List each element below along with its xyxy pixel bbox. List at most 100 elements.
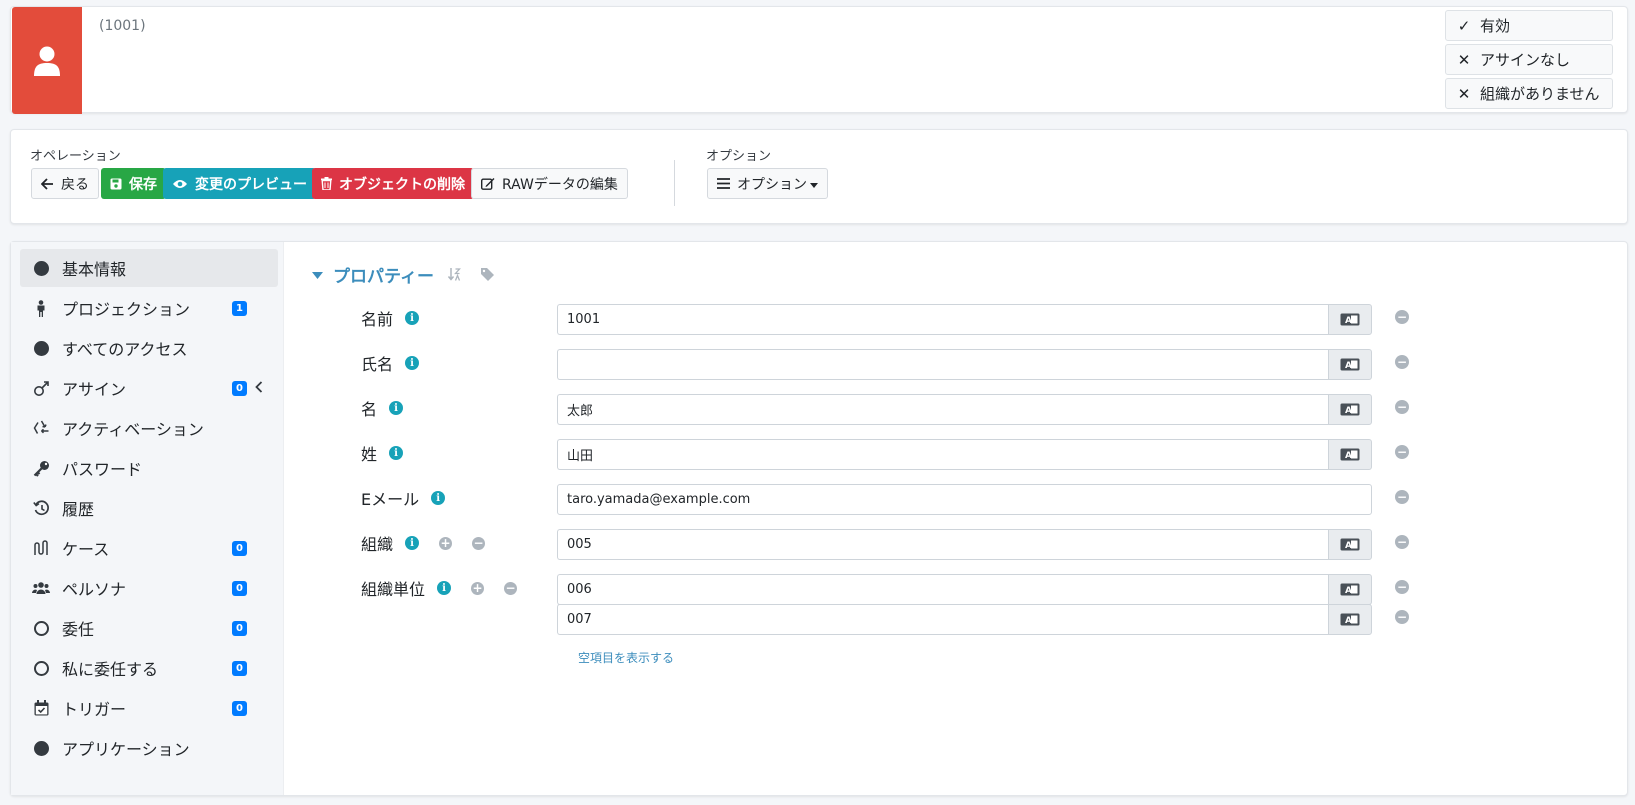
count-badge: 0 — [232, 661, 247, 676]
translate-icon[interactable]: A — [1328, 349, 1372, 380]
field-label-given-name: 名 i — [361, 396, 404, 420]
delete-object-button[interactable]: オブジェクトの削除 — [312, 168, 474, 199]
sidebar-item-basic[interactable]: 基本情報 — [20, 249, 278, 287]
sidebar-item-label: アプリケーション — [62, 740, 190, 759]
name-input[interactable]: 1001 — [557, 304, 1328, 335]
properties-title[interactable]: プロパティー — [333, 262, 434, 287]
sidebar-item-projection[interactable]: プロジェクション 1 — [20, 289, 278, 327]
field-label-text: 名前 — [361, 310, 394, 329]
plus-icon[interactable]: + — [439, 536, 453, 550]
translate-icon[interactable]: A — [1328, 439, 1372, 470]
info-icon[interactable]: i — [405, 311, 420, 325]
caret-down-icon[interactable] — [312, 267, 323, 283]
status-tag-no-org[interactable]: ✕ 組織がありません — [1445, 78, 1613, 109]
field-label-text: 氏名 — [361, 355, 394, 374]
edit-raw-label: RAWデータの編集 — [502, 176, 618, 193]
caret-down-icon — [810, 176, 818, 192]
operations-panel: オペレーション 戻る 保存 変更のプレビュー オブジェクトの削除 RAWデータの… — [10, 129, 1628, 224]
sidebar-item-personas[interactable]: ペルソナ 0 — [20, 569, 278, 607]
translate-icon[interactable]: A — [1328, 604, 1372, 635]
x-icon: ✕ — [1457, 84, 1471, 103]
field-label-email: Eメール i — [361, 486, 446, 510]
options-dropdown-button[interactable]: オプション — [707, 168, 828, 199]
save-button[interactable]: 保存 — [101, 168, 166, 199]
sidebar-item-applications[interactable]: アプリケーション — [20, 729, 278, 767]
status-tag-label: 有効 — [1480, 17, 1511, 35]
given-name-input[interactable]: 太郎 — [557, 394, 1328, 425]
family-name-input[interactable]: 山田 — [557, 439, 1328, 470]
show-empty-fields-link[interactable]: 空項目を表示する — [578, 649, 674, 666]
sidebar-item-cases[interactable]: ケース 0 — [20, 529, 278, 567]
translate-icon[interactable]: A — [1328, 529, 1372, 560]
remove-value-icon[interactable]: − — [1395, 310, 1409, 324]
sidebar-item-assignments[interactable]: アサイン 0 — [20, 369, 278, 407]
org-unit-input-group: 007 A — [557, 604, 1372, 635]
sidebar-item-label: ケース — [62, 540, 110, 559]
trash-icon — [321, 177, 332, 190]
svg-text:A: A — [1345, 406, 1352, 416]
sidebar-item-delegations[interactable]: 委任 0 — [20, 609, 278, 647]
sidebar-item-password[interactable]: パスワード — [20, 449, 278, 487]
field-label-text: 姓 — [361, 445, 378, 464]
field-label-org-unit: 組織単位 i + − — [361, 576, 518, 600]
sidebar-item-label: すべてのアクセス — [62, 340, 188, 359]
sidebar-item-all-access[interactable]: すべてのアクセス — [20, 329, 278, 367]
org-unit-input[interactable]: 006 — [557, 574, 1328, 605]
svg-text:A: A — [1345, 361, 1352, 371]
sidebar-item-label: 委任 — [62, 620, 95, 639]
edit-raw-button[interactable]: RAWデータの編集 — [471, 168, 628, 199]
field-label-name: 名前 i — [361, 306, 420, 330]
full-name-input[interactable] — [557, 349, 1328, 380]
circle-icon — [32, 739, 50, 757]
sidebar-item-label: アクティベーション — [62, 420, 204, 439]
email-input[interactable]: taro.yamada@example.com — [557, 484, 1372, 515]
status-tag-active[interactable]: ✓ 有効 — [1445, 10, 1613, 41]
remove-value-icon[interactable]: − — [1395, 535, 1409, 549]
person-icon — [32, 299, 50, 317]
info-icon[interactable]: i — [431, 491, 446, 505]
organization-input[interactable]: 005 — [557, 529, 1328, 560]
translate-icon[interactable]: A — [1328, 574, 1372, 605]
plus-icon[interactable]: + — [471, 581, 485, 595]
field-label-full-name: 氏名 i — [361, 351, 420, 375]
info-icon[interactable]: i — [389, 401, 404, 415]
properties-header[interactable]: プロパティー — [312, 262, 494, 287]
sidebar-item-activation[interactable]: アクティベーション — [20, 409, 278, 447]
info-icon[interactable]: i — [389, 446, 404, 460]
sort-icon[interactable] — [447, 268, 461, 281]
gender-icon — [32, 379, 50, 397]
remove-value-icon[interactable]: − — [1395, 400, 1409, 414]
remove-value-icon[interactable]: − — [1395, 580, 1409, 594]
tag-icon[interactable] — [480, 268, 494, 281]
preview-changes-button[interactable]: 変更のプレビュー — [163, 168, 316, 199]
info-icon[interactable]: i — [405, 536, 420, 550]
operations-divider — [674, 160, 675, 206]
minus-icon[interactable]: − — [472, 536, 486, 550]
translate-icon[interactable]: A — [1328, 304, 1372, 335]
organization-input-group: 005 A — [557, 529, 1372, 560]
info-icon[interactable]: i — [437, 581, 452, 595]
remove-value-icon[interactable]: − — [1395, 445, 1409, 459]
sidebar-item-triggers[interactable]: トリガー 0 — [20, 689, 278, 727]
status-tag-label: アサインなし — [1480, 51, 1571, 69]
sidebar-item-label: プロジェクション — [62, 300, 191, 319]
count-badge: 0 — [232, 621, 247, 636]
svg-text:A: A — [1345, 616, 1352, 626]
org-unit-input[interactable]: 007 — [557, 604, 1328, 635]
sidebar-item-label: トリガー — [62, 700, 127, 719]
translate-icon[interactable]: A — [1328, 394, 1372, 425]
info-icon[interactable]: i — [405, 356, 420, 370]
name-input-group: 1001 A — [557, 304, 1372, 335]
sidebar-item-delegated-to-me[interactable]: 私に委任する 0 — [20, 649, 278, 687]
minus-icon[interactable]: − — [504, 581, 518, 595]
remove-value-icon[interactable]: − — [1395, 610, 1409, 624]
count-badge: 0 — [232, 541, 247, 556]
avatar — [12, 7, 82, 114]
field-label-text: 組織 — [361, 535, 394, 554]
status-tag-no-assignment[interactable]: ✕ アサインなし — [1445, 44, 1613, 75]
back-button[interactable]: 戻る — [31, 168, 99, 199]
sidebar-item-history[interactable]: 履歴 — [20, 489, 278, 527]
chevron-left-icon[interactable] — [255, 378, 263, 397]
remove-value-icon[interactable]: − — [1395, 490, 1409, 504]
remove-value-icon[interactable]: − — [1395, 355, 1409, 369]
